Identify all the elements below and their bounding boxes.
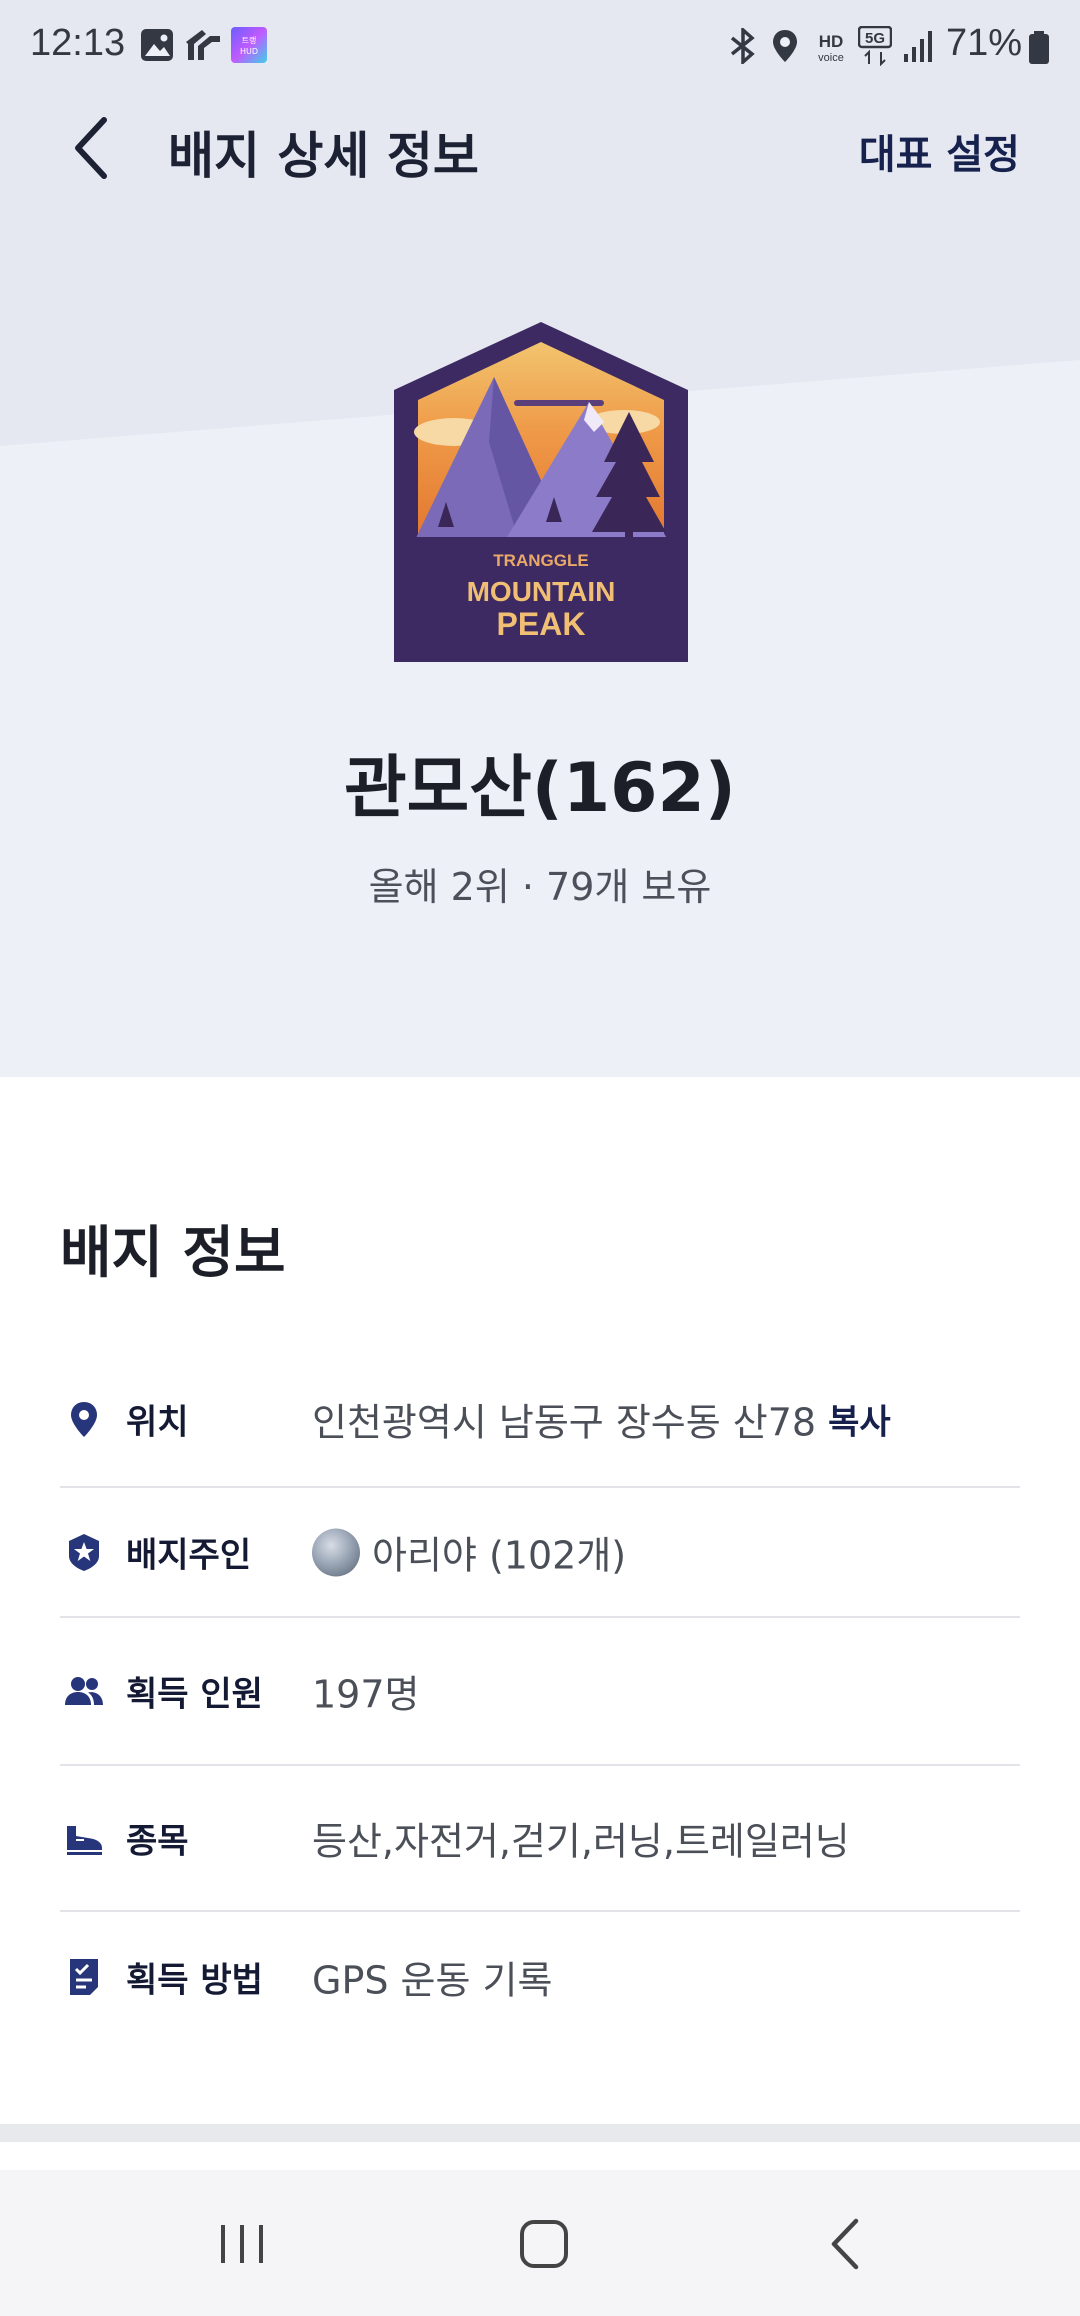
badge-ranking-summary: 올해 2위 · 79개 보유 (368, 865, 712, 909)
set-representative-button[interactable]: 대표 설정 (859, 122, 1020, 180)
svg-text:HUD: HUD (240, 47, 258, 56)
badge-brand-text: TRANGGLE (493, 551, 588, 570)
copy-address-button[interactable]: 복사 (828, 1395, 891, 1444)
back-button[interactable] (60, 110, 124, 186)
row-label: 배지주인 (126, 1535, 252, 1576)
location-icon (773, 30, 797, 62)
info-row-acquirers: 획득 인원 197명 (60, 1618, 1020, 1766)
row-label: 종목 (126, 1821, 189, 1862)
row-label: 위치 (126, 1402, 189, 1443)
section-title: 배지 정보 (60, 1221, 286, 1286)
home-button[interactable] (504, 2204, 584, 2284)
status-time: 12:13 (30, 22, 126, 64)
hd-voice-icon: HD voice (818, 32, 844, 64)
bluetooth-icon (730, 28, 755, 64)
info-row-sports: 종목 등산,자전거,걷기,러닝,트레일러닝 (60, 1766, 1020, 1912)
5g-icon: 5G (858, 26, 892, 66)
system-back-button[interactable] (806, 2204, 886, 2284)
checklist-icon (70, 1959, 98, 1995)
recent-apps-icon (221, 2225, 263, 2263)
app-header: 배지 상세 정보 대표 설정 (0, 96, 1080, 200)
signal-icon (904, 31, 932, 62)
app-icon (186, 30, 220, 60)
svg-text:트랭: 트랭 (242, 35, 257, 45)
svg-text:HD: HD (819, 32, 844, 51)
acquisition-method: GPS 운동 기록 (312, 1958, 553, 2003)
star-shield-icon (69, 1534, 99, 1571)
info-row-method: 획득 방법 GPS 운동 기록 (60, 1912, 1020, 2042)
info-row-owner[interactable]: 배지주인 아리야 (102개) (60, 1488, 1020, 1618)
row-value: 아리야 (102개) (312, 1525, 626, 1580)
avatar (312, 1528, 360, 1576)
badge-owner-name: 아리야 (102개) (372, 1533, 627, 1578)
svg-text:5G: 5G (865, 30, 885, 47)
location-address: 인천광역시 남동구 장수동 산78 (312, 1400, 817, 1445)
battery-icon (1029, 31, 1049, 64)
chevron-left-icon (75, 117, 107, 179)
mountain-peak-badge: TRANGGLE MOUNTAIN PEAK (394, 322, 688, 662)
gallery-icon (141, 29, 173, 61)
row-label: 획득 인원 (126, 1674, 263, 1715)
sport-types: 등산,자전거,걷기,러닝,트레일러닝 (312, 1819, 850, 1864)
row-value: 인천광역시 남동구 장수동 산78 복사 (312, 1392, 891, 1447)
hud-app-icon: 트랭 HUD (231, 27, 267, 63)
shoe-icon (67, 1826, 102, 1855)
status-bar: 12:13 트랭 HUD HD voice 5G 71% (0, 0, 1080, 96)
badge-name: 관모산(162) (344, 749, 736, 828)
badge-title-line2: PEAK (497, 606, 586, 642)
svg-text:voice: voice (818, 52, 844, 64)
location-pin-icon (71, 1402, 97, 1437)
page-title: 배지 상세 정보 (168, 127, 479, 185)
badge-title-line1: MOUNTAIN (467, 576, 616, 607)
row-label: 획득 방법 (126, 1960, 263, 2001)
system-nav-bar (0, 2170, 1080, 2316)
recent-apps-button[interactable] (202, 2204, 282, 2284)
mountain-badge-icon: TRANGGLE MOUNTAIN PEAK (394, 322, 688, 662)
acquirer-count: 197명 (312, 1672, 420, 1717)
battery-percent: 71% (946, 22, 1023, 64)
info-row-location: 위치 인천광역시 남동구 장수동 산78 복사 (60, 1352, 1020, 1488)
badge-hero: 12:13 트랭 HUD HD voice 5G 71% 배지 상세 정보 대표… (0, 0, 1080, 1077)
back-arrow-icon (831, 2218, 859, 2270)
home-icon (520, 2220, 568, 2268)
section-divider (0, 2124, 1080, 2142)
people-icon (65, 1677, 103, 1705)
